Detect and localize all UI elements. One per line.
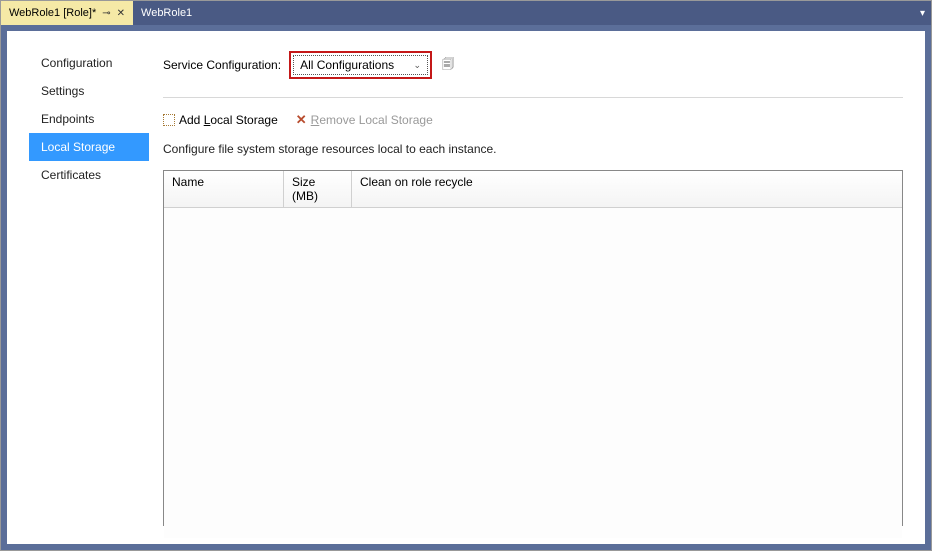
close-icon[interactable]: ✕ bbox=[117, 8, 125, 19]
sidebar-item-label: Configuration bbox=[41, 56, 112, 70]
content-frame: Configuration Settings Endpoints Local S… bbox=[1, 25, 931, 550]
tab-bar: WebRole1 [Role]* ⊸ ✕ WebRole1 ▾ bbox=[1, 1, 931, 25]
add-label: Add Local Storage bbox=[179, 113, 278, 127]
grid-body[interactable] bbox=[164, 208, 902, 538]
storage-grid[interactable]: Name Size (MB) Clean on role recycle bbox=[163, 170, 903, 526]
tab-label: WebRole1 [Role]* bbox=[9, 7, 96, 19]
column-header-name[interactable]: Name bbox=[164, 171, 284, 207]
column-header-size[interactable]: Size (MB) bbox=[284, 171, 352, 207]
sidebar-item-certificates[interactable]: Certificates bbox=[29, 161, 149, 189]
sidebar-item-label: Local Storage bbox=[41, 140, 115, 154]
add-icon bbox=[163, 114, 175, 126]
column-header-clean[interactable]: Clean on role recycle bbox=[352, 171, 902, 207]
main-panel: Service Configuration: All Configuration… bbox=[149, 49, 903, 526]
sidebar-item-endpoints[interactable]: Endpoints bbox=[29, 105, 149, 133]
sidebar-item-label: Endpoints bbox=[41, 112, 94, 126]
service-config-value: All Configurations bbox=[300, 58, 394, 72]
sidebar: Configuration Settings Endpoints Local S… bbox=[29, 49, 149, 526]
tab-overflow-icon[interactable]: ▾ bbox=[920, 1, 925, 25]
highlight-box: All Configurations ⌄ bbox=[289, 51, 432, 79]
remove-local-storage-button: ✕ Remove Local Storage bbox=[296, 112, 433, 128]
chevron-down-icon: ⌄ bbox=[414, 60, 422, 71]
divider bbox=[163, 97, 903, 98]
content: Configuration Settings Endpoints Local S… bbox=[7, 31, 925, 544]
service-config-label: Service Configuration: bbox=[163, 58, 281, 72]
delete-icon: ✕ bbox=[296, 112, 307, 128]
sidebar-item-label: Certificates bbox=[41, 168, 101, 182]
tab-webrole1[interactable]: WebRole1 bbox=[133, 1, 200, 25]
sidebar-item-local-storage[interactable]: Local Storage bbox=[29, 133, 149, 161]
action-row: Add Local Storage ✕ Remove Local Storage bbox=[163, 112, 903, 128]
description-text: Configure file system storage resources … bbox=[163, 142, 903, 156]
pin-icon[interactable]: ⊸ bbox=[102, 8, 110, 19]
add-local-storage-button[interactable]: Add Local Storage bbox=[163, 113, 278, 127]
manage-config-icon[interactable]: 🗐 bbox=[440, 57, 456, 73]
grid-header: Name Size (MB) Clean on role recycle bbox=[164, 171, 902, 208]
tab-label: WebRole1 bbox=[141, 7, 192, 19]
remove-label: Remove Local Storage bbox=[311, 113, 433, 127]
sidebar-item-settings[interactable]: Settings bbox=[29, 77, 149, 105]
service-config-select[interactable]: All Configurations ⌄ bbox=[293, 55, 428, 75]
service-config-row: Service Configuration: All Configuration… bbox=[163, 51, 903, 79]
sidebar-item-configuration[interactable]: Configuration bbox=[29, 49, 149, 77]
tab-webrole1-role[interactable]: WebRole1 [Role]* ⊸ ✕ bbox=[1, 1, 133, 25]
sidebar-item-label: Settings bbox=[41, 84, 84, 98]
